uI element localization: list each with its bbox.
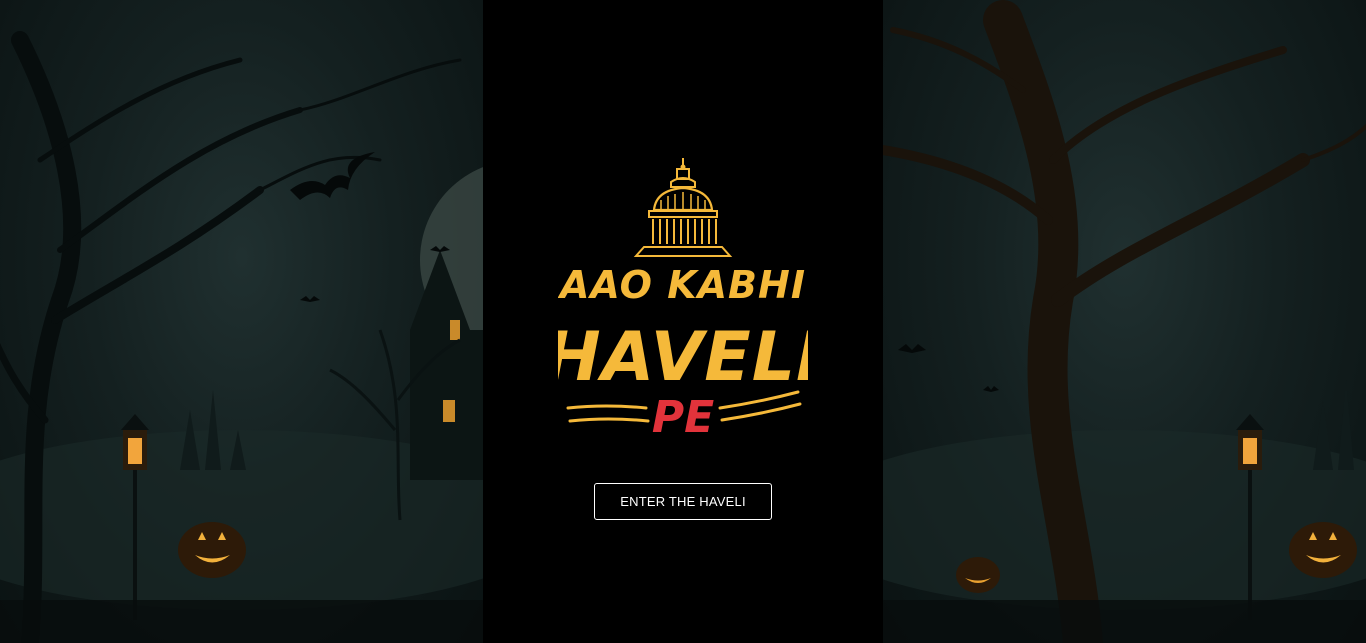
jack-o-lantern-icon <box>1289 522 1357 578</box>
dome-icon <box>633 158 733 257</box>
jack-o-lantern-icon <box>956 557 1000 593</box>
jack-o-lantern-icon <box>178 522 246 578</box>
site-logo: AAO KABHI HAVELI PE <box>558 152 808 444</box>
logo-line-3: PE <box>652 392 714 443</box>
haveli-logo-graphic: AAO KABHI HAVELI PE <box>558 158 808 443</box>
bat-icon <box>898 344 999 392</box>
background-right-panel <box>883 0 1366 643</box>
logo-line-2: HAVELI <box>558 318 808 397</box>
haunted-scene-left <box>0 31 483 643</box>
enter-haveli-button[interactable]: ENTER THE HAVELI <box>594 483 772 520</box>
background-left-panel <box>0 0 483 643</box>
haunted-scene-right <box>883 0 1366 643</box>
center-panel: AAO KABHI HAVELI PE ENTER THE HAVELI <box>483 0 883 643</box>
distant-spires <box>180 390 246 470</box>
logo-line-1: AAO KABHI <box>558 263 806 307</box>
